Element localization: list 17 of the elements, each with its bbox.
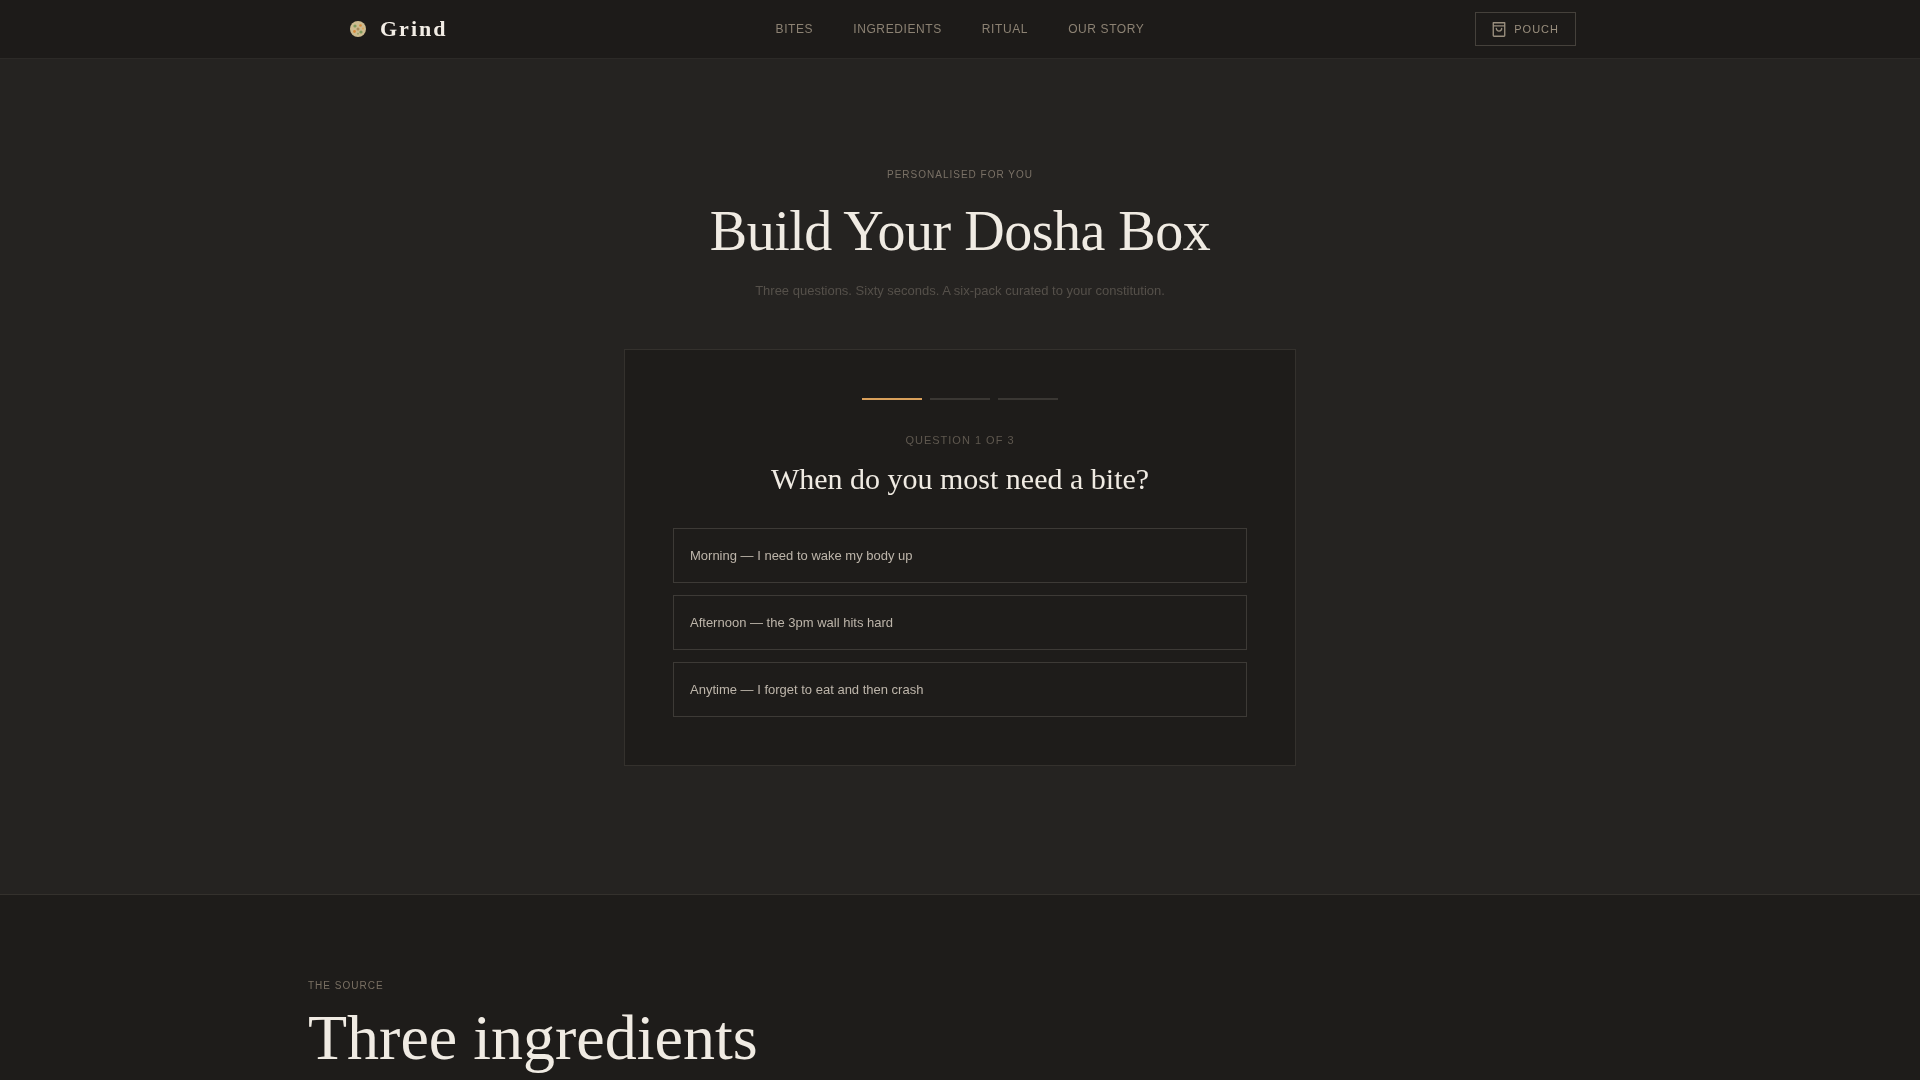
- nav-link[interactable]: OUR STORY: [1068, 21, 1145, 37]
- question-counter: QUESTION 1 OF 3: [905, 432, 1015, 448]
- eyebrow-text: THE SOURCE: [308, 979, 385, 994]
- eyebrow-text: PERSONALISED FOR YOU: [887, 168, 1033, 182]
- brand-link[interactable]: Grind: [380, 16, 448, 42]
- pouch-button[interactable]: POUCH: [1475, 12, 1576, 46]
- page-title: Build Your Dosha Box: [709, 201, 1211, 263]
- answer-option[interactable]: Anytime — I forget to eat and then crash: [673, 662, 1247, 718]
- nav-link[interactable]: INGREDIENTS: [853, 21, 942, 37]
- question-text: When do you most need a bite?: [770, 460, 1150, 497]
- answer-option[interactable]: Afternoon — the 3pm wall hits hard: [673, 595, 1247, 651]
- answer-option[interactable]: Morning — I need to wake my body up: [673, 528, 1247, 584]
- section-title: Three ingredients: [308, 1006, 759, 1071]
- logo-icon: [350, 21, 366, 37]
- shopping-bag-icon: [1492, 21, 1507, 37]
- nav-link[interactable]: BITES: [775, 21, 814, 37]
- nav-link[interactable]: RITUAL: [981, 21, 1029, 37]
